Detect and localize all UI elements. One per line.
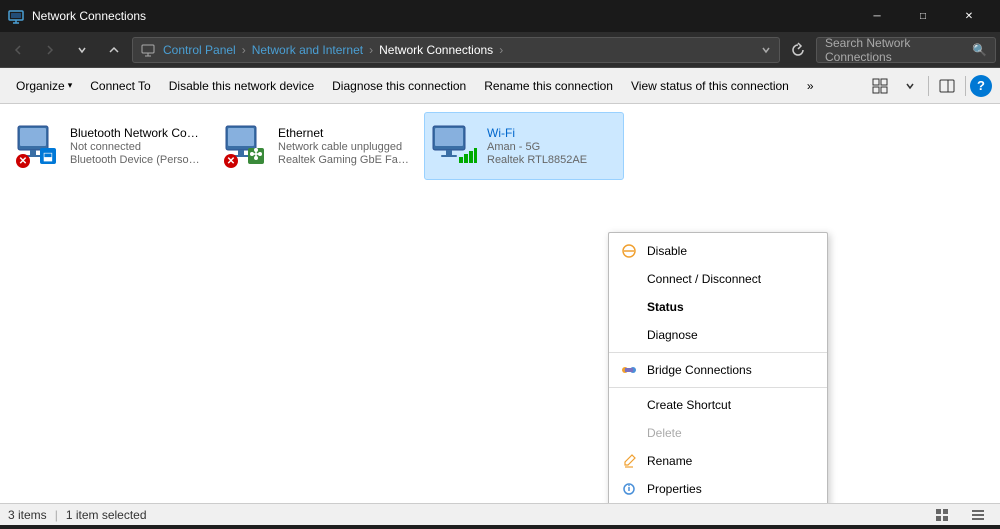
ethernet-icon-wrapper: ✕	[222, 122, 270, 170]
view-options-button[interactable]	[866, 72, 894, 100]
ctx-delete: Delete	[609, 419, 827, 447]
disable-device-button[interactable]: Disable this network device	[161, 72, 322, 100]
wifi-status: Aman - 5G	[487, 141, 617, 153]
window-title: Network Connections	[32, 9, 854, 23]
ctx-separator-1	[609, 352, 827, 353]
maximize-button[interactable]: □	[900, 0, 946, 32]
ctx-delete-icon-spacer	[619, 423, 639, 443]
close-button[interactable]: ✕	[946, 0, 992, 32]
properties-icon	[619, 479, 639, 499]
ctx-disable[interactable]: Disable	[609, 237, 827, 265]
ctx-status[interactable]: Status	[609, 293, 827, 321]
ctx-rename[interactable]: Rename	[609, 447, 827, 475]
recent-locations-button[interactable]	[68, 36, 96, 64]
main-content: ⬓ ✕ Bluetooth Network Connection Not con…	[0, 104, 1000, 503]
breadcrumb-network-internet[interactable]: Network and Internet	[252, 43, 363, 57]
ctx-connect-icon-spacer	[619, 269, 639, 289]
search-icon: 🔍	[972, 43, 987, 57]
file-list: ⬓ ✕ Bluetooth Network Connection Not con…	[0, 104, 1000, 503]
status-view-large[interactable]	[928, 501, 956, 529]
wifi-adapter: Realtek RTL8852AE	[487, 154, 617, 166]
preview-pane-button[interactable]	[933, 72, 961, 100]
title-bar: Network Connections ─ □ ✕	[0, 0, 1000, 32]
bluetooth-adapter: Bluetooth Device (Personal Area ...	[70, 154, 202, 166]
rename-button[interactable]: Rename this connection	[476, 72, 621, 100]
status-view-list[interactable]	[964, 501, 992, 529]
more-button[interactable]: »	[799, 72, 822, 100]
view-status-button[interactable]: View status of this connection	[623, 72, 797, 100]
ctx-diagnose-icon-spacer	[619, 325, 639, 345]
context-menu: Disable Connect / Disconnect Status Diag…	[608, 232, 828, 503]
wifi-name: Wi-Fi	[487, 126, 617, 140]
svg-text:⬓: ⬓	[43, 151, 53, 163]
ethernet-adapter: Realtek Gaming GbE Family Contr...	[278, 154, 410, 166]
ctx-bridge[interactable]: Bridge Connections	[609, 356, 827, 384]
ethernet-status: Network cable unplugged	[278, 141, 410, 153]
organize-button[interactable]: Organize ▾	[8, 72, 80, 100]
search-placeholder: Search Network Connections	[825, 36, 972, 64]
ctx-separator-2	[609, 387, 827, 388]
network-item-wifi[interactable]: Wi-Fi Aman - 5G Realtek RTL8852AE	[424, 112, 624, 180]
wifi-info: Wi-Fi Aman - 5G Realtek RTL8852AE	[487, 126, 617, 166]
network-item-bluetooth[interactable]: ⬓ ✕ Bluetooth Network Connection Not con…	[8, 112, 208, 180]
connect-to-button[interactable]: Connect To	[82, 72, 159, 100]
ctx-shortcut[interactable]: Create Shortcut	[609, 391, 827, 419]
minimize-button[interactable]: ─	[854, 0, 900, 32]
view-dropdown-button[interactable]	[896, 72, 924, 100]
help-button[interactable]: ?	[970, 75, 992, 97]
bluetooth-name: Bluetooth Network Connection	[70, 126, 202, 140]
nav-bar: Control Panel › Network and Internet › N…	[0, 32, 1000, 68]
toolbar: Organize ▾ Connect To Disable this netwo…	[0, 68, 1000, 104]
toolbar-right-controls: ?	[866, 72, 992, 100]
bluetooth-icon-wrapper: ⬓ ✕	[14, 122, 62, 170]
breadcrumb-network-connections[interactable]: Network Connections	[379, 43, 493, 57]
status-bar: 3 items | 1 item selected	[0, 503, 1000, 525]
search-box[interactable]: Search Network Connections 🔍	[816, 37, 996, 63]
ctx-properties[interactable]: Properties	[609, 475, 827, 503]
up-button[interactable]	[100, 36, 128, 64]
item-count: 3 items	[8, 508, 47, 522]
wifi-icon-wrapper	[431, 122, 479, 170]
refresh-button[interactable]	[784, 36, 812, 64]
bridge-icon	[619, 360, 639, 380]
address-bar[interactable]: Control Panel › Network and Internet › N…	[132, 37, 780, 63]
breadcrumb-control-panel[interactable]: Control Panel	[163, 43, 236, 57]
ctx-connect[interactable]: Connect / Disconnect	[609, 265, 827, 293]
rename-icon	[619, 451, 639, 471]
bluetooth-info: Bluetooth Network Connection Not connect…	[70, 126, 202, 166]
selected-count: 1 item selected	[66, 508, 147, 522]
disable-icon	[619, 241, 639, 261]
ethernet-info: Ethernet Network cable unplugged Realtek…	[278, 126, 410, 166]
back-button[interactable]	[4, 36, 32, 64]
ethernet-name: Ethernet	[278, 126, 410, 140]
organize-dropdown-arrow: ▾	[68, 80, 73, 91]
ctx-shortcut-icon-spacer	[619, 395, 639, 415]
forward-button[interactable]	[36, 36, 64, 64]
network-item-ethernet[interactable]: ✕ Ethernet Network cable unplugged Realt…	[216, 112, 416, 180]
diagnose-button[interactable]: Diagnose this connection	[324, 72, 474, 100]
ctx-status-icon-spacer	[619, 297, 639, 317]
ctx-diagnose[interactable]: Diagnose	[609, 321, 827, 349]
window-controls: ─ □ ✕	[854, 0, 992, 32]
bluetooth-status: Not connected	[70, 141, 202, 153]
app-icon	[8, 8, 24, 24]
